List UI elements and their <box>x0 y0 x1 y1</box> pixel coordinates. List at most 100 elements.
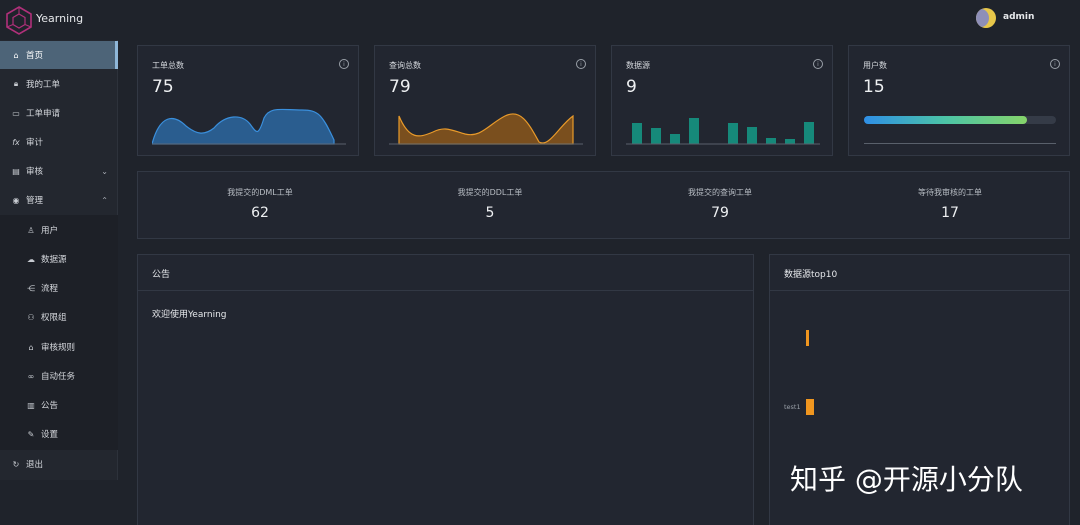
wrench-icon: ✎ <box>27 429 35 439</box>
cloud-icon: ☁ <box>27 254 35 264</box>
info-icon[interactable]: i <box>1050 59 1060 69</box>
stat-value: 75 <box>152 77 174 97</box>
flow-icon: ⋲ <box>27 283 35 293</box>
username[interactable]: admin <box>1003 12 1034 22</box>
function-icon: fx <box>12 137 20 147</box>
sidebar-item-review[interactable]: ▤ 审核 ⌄ <box>0 157 118 185</box>
link-icon: ∞ <box>27 371 35 381</box>
sidebar-item-label: 我的工单 <box>26 80 61 90</box>
mini-bar <box>785 139 795 144</box>
review-icon: ▤ <box>12 166 20 176</box>
mini-bar <box>728 123 738 144</box>
datasource-bar-chart <box>626 118 820 145</box>
sidebar-item-label: 退出 <box>26 460 44 470</box>
sidebar-item-logout[interactable]: ↻ 退出 <box>0 450 118 478</box>
stat-value: 79 <box>389 77 411 97</box>
chevron-up-icon: ⌃ <box>101 195 108 205</box>
sidebar-item-label: 流程 <box>41 284 59 294</box>
stat-label: 工单总数 <box>152 61 184 70</box>
sidebar-item-label: 用户 <box>41 226 59 236</box>
sidebar-item-label: 数据源 <box>41 255 67 265</box>
mini-bar <box>747 127 757 144</box>
summary-label: 我提交的DDL工单 <box>457 188 523 197</box>
chart-icon: ▥ <box>27 400 35 410</box>
watermark: 知乎 @开源小分队 <box>790 463 1023 496</box>
summary-value: 17 <box>941 205 959 221</box>
sidebar-item-label: 自动任务 <box>41 372 76 382</box>
sidebar-item-label: 工单申请 <box>26 109 61 119</box>
queries-trend-chart <box>389 113 583 145</box>
group-icon: ⚇ <box>27 312 35 322</box>
avatar[interactable] <box>976 8 996 28</box>
top10-title: 数据源top10 <box>784 270 838 280</box>
mini-bar <box>670 134 680 144</box>
sidebar-item-label: 管理 <box>26 196 44 206</box>
info-icon[interactable]: i <box>339 59 349 69</box>
mini-bar <box>804 122 814 144</box>
divider <box>138 290 753 291</box>
sidebar-item-label: 首页 <box>26 51 44 61</box>
app-name: Yearning <box>36 12 84 25</box>
stat-value: 9 <box>626 77 637 97</box>
summary-value: 79 <box>711 205 729 221</box>
stat-card-datasources: 数据源 i 9 <box>611 45 833 156</box>
sidebar-item-label: 公告 <box>41 401 59 411</box>
mini-bar <box>651 128 661 144</box>
users-progress-track <box>864 116 1056 124</box>
sidebar-item-manage[interactable]: ◉ 管理 ⌃ <box>0 186 118 214</box>
sidebar-item-home[interactable]: ⌂ 首页 <box>0 41 118 69</box>
summary-panel: 我提交的DML工单 62 我提交的DDL工单 5 我提交的查询工单 79 等待我… <box>137 171 1070 239</box>
sidebar-item-flow[interactable]: ⋲ 流程 <box>0 274 118 302</box>
stat-value: 15 <box>863 77 885 97</box>
users-progress-fill <box>864 116 1028 124</box>
sidebar-item-users[interactable]: ♙ 用户 <box>0 216 118 244</box>
top-header: Yearning admin <box>0 0 1080 40</box>
summary-label: 等待我审核的工单 <box>918 188 982 197</box>
stat-label: 用户数 <box>863 61 887 70</box>
notice-content: 欢迎使用Yearning <box>152 310 227 320</box>
progress-baseline <box>864 143 1056 144</box>
sidebar-item-label: 权限组 <box>41 313 67 323</box>
mini-bar <box>689 118 699 144</box>
sidebar-item-label: 审核规则 <box>41 343 76 353</box>
notice-title: 公告 <box>152 270 171 280</box>
monitor-icon: ▭ <box>12 108 20 118</box>
stat-card-orders: 工单总数 i 75 <box>137 45 359 156</box>
sidebar-item-notice[interactable]: ▥ 公告 <box>0 391 118 419</box>
summary-value: 5 <box>485 205 495 221</box>
stat-card-users: 用户数 i 15 <box>848 45 1070 156</box>
sidebar-item-review-rules[interactable]: ⌂ 审核规则 <box>0 333 118 361</box>
sidebar-item-permission-group[interactable]: ⚇ 权限组 <box>0 303 118 331</box>
sidebar-item-order-apply[interactable]: ▭ 工单申请 <box>0 99 118 127</box>
sidebar-item-audit[interactable]: fx 审计 <box>0 128 118 156</box>
top10-bar-label: test1 <box>784 403 801 411</box>
yearning-logo-icon[interactable] <box>5 5 33 35</box>
logout-icon: ↻ <box>12 459 20 469</box>
sidebar-item-auto-task[interactable]: ∞ 自动任务 <box>0 362 118 390</box>
divider <box>770 290 1069 291</box>
lock-icon: 🔒︎ <box>13 79 19 88</box>
sidebar-item-label: 设置 <box>41 430 59 440</box>
user-icon: ♙ <box>27 225 35 235</box>
stat-label: 数据源 <box>626 61 650 70</box>
eye-icon: ◉ <box>12 195 20 205</box>
summary-label: 我提交的DML工单 <box>227 188 293 197</box>
info-icon[interactable]: i <box>813 59 823 69</box>
notice-panel: 公告 欢迎使用Yearning <box>137 254 754 525</box>
summary-value: 62 <box>251 205 269 221</box>
sidebar-item-datasource[interactable]: ☁ 数据源 <box>0 245 118 273</box>
sidebar-item-settings[interactable]: ✎ 设置 <box>0 420 118 448</box>
chevron-down-icon: ⌄ <box>101 166 108 176</box>
home-icon: ⌂ <box>13 50 19 60</box>
sidebar: ⌂ 首页 🔒︎ 我的工单 ▭ 工单申请 fx 审计 ▤ 审核 ⌄ ◉ 管理 ⌃ … <box>0 40 118 480</box>
top10-bar[interactable] <box>806 330 809 346</box>
info-icon[interactable]: i <box>576 59 586 69</box>
summary-label: 我提交的查询工单 <box>688 188 752 197</box>
sidebar-item-my-orders[interactable]: 🔒︎ 我的工单 <box>0 70 118 98</box>
orders-trend-chart <box>152 108 346 145</box>
stat-label: 查询总数 <box>389 61 421 70</box>
mini-bar <box>632 123 642 144</box>
sidebar-item-label: 审计 <box>26 138 44 148</box>
top10-bar[interactable] <box>806 399 815 415</box>
house-icon: ⌂ <box>28 342 34 352</box>
